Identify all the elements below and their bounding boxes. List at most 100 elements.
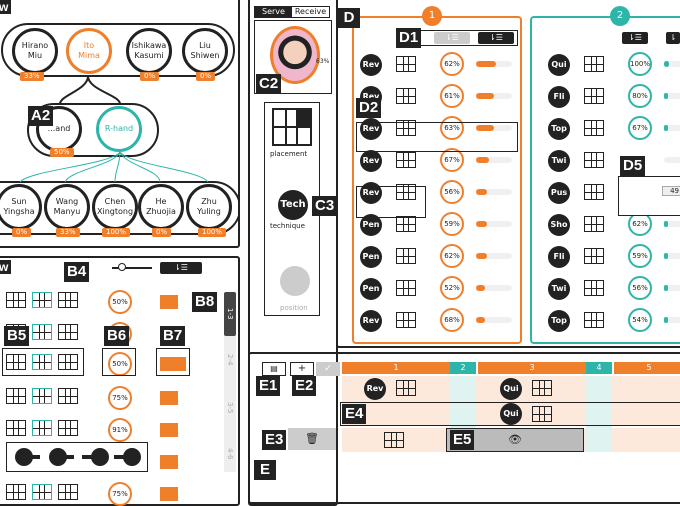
d5-highlight — [618, 176, 680, 216]
frequency-fill — [664, 317, 668, 323]
technique-dot[interactable]: Rev — [360, 150, 382, 172]
placement-glyph — [396, 152, 416, 168]
player-node-zhu[interactable]: Zhu Yuling — [186, 184, 232, 230]
receive-tab[interactable]: Receive — [292, 7, 329, 17]
delete-button[interactable]: 🗑 — [288, 428, 336, 450]
technique-dot[interactable]: Pen — [360, 278, 382, 300]
technique-dot[interactable]: Rev — [360, 310, 382, 332]
b-frequency-bar — [160, 455, 178, 469]
tag-a2: A2 — [28, 106, 54, 126]
player-node-hirano[interactable]: Hirano Miu — [12, 28, 58, 74]
window-4-6[interactable]: 4-6 — [224, 436, 236, 472]
b-frequency-bar — [160, 391, 178, 405]
seq-tech-3b[interactable]: Qui — [500, 403, 522, 425]
winrate-ring: 56% — [628, 276, 652, 300]
technique-dot[interactable]: Pen — [360, 246, 382, 268]
b-placement-glyph — [6, 484, 26, 500]
tag-e: E — [254, 460, 276, 480]
seq-col-header[interactable]: 4 — [586, 362, 612, 374]
window-2-4[interactable]: 2-4 — [224, 340, 236, 380]
position-glyph — [280, 266, 310, 296]
b-placement-glyph — [32, 292, 52, 308]
sort-by-winrate[interactable]: ⇂☰ — [478, 32, 514, 44]
player2-badge: 2 — [610, 6, 630, 26]
frequency-fill — [664, 125, 668, 131]
seq-tech-3[interactable]: Qui — [500, 378, 522, 400]
serve-tab[interactable]: Serve — [255, 7, 292, 17]
technique-dot[interactable]: Twi — [548, 150, 570, 172]
seq-col-header[interactable]: 2 — [450, 362, 476, 374]
frequency-fill — [664, 253, 668, 259]
technique-dot[interactable]: Rev — [360, 54, 382, 76]
length-slider-handle[interactable] — [118, 263, 126, 271]
frequency-bar — [476, 61, 512, 67]
seq-col-header[interactable]: 3 — [478, 362, 586, 374]
technique-dot[interactable]: Sho — [548, 214, 570, 236]
frequency-fill — [664, 61, 670, 67]
sort-by-frequency[interactable]: ⇂☰ — [434, 32, 470, 44]
frequency-fill — [664, 285, 668, 291]
tag-b5: B5 — [4, 326, 30, 346]
seq-placement-3b[interactable] — [532, 406, 552, 422]
placement-glyph — [396, 280, 416, 296]
player-pct: 33% — [56, 228, 80, 237]
seq-placement-row3[interactable] — [384, 432, 404, 448]
tag-e3: E3 — [262, 430, 287, 450]
player-node-chen[interactable]: Chen Xingtong — [92, 184, 138, 230]
hand-node-right[interactable]: R-hand — [96, 106, 142, 152]
racket-icons — [15, 448, 141, 466]
technique-dot[interactable]: Qui — [548, 54, 570, 76]
player-pct: 0% — [140, 72, 160, 81]
frequency-bar — [476, 285, 512, 291]
frequency-bar — [664, 317, 680, 323]
player-node-ishikawa[interactable]: Ishikawa Kasumi — [126, 28, 172, 74]
technique-dot[interactable]: Fli — [548, 246, 570, 268]
placement-glyph — [396, 312, 416, 328]
doc-button[interactable]: ▤ — [262, 362, 286, 376]
winrate-ring: 100% — [628, 52, 652, 76]
seq-tech-1[interactable]: Rev — [364, 378, 386, 400]
seq-col-header[interactable]: 1 — [342, 362, 450, 374]
player-pct: 0% — [12, 228, 32, 237]
technique-dot[interactable]: Top — [548, 310, 570, 332]
b-placement-glyph — [32, 420, 52, 436]
player-node-he[interactable]: He Zhuojia — [138, 184, 184, 230]
d5-tooltip: 49 — [662, 186, 680, 196]
winrate-ring: 59% — [440, 212, 464, 236]
seq-col-header[interactable]: 5 — [614, 362, 680, 374]
window-1-3[interactable]: 1-3 — [224, 292, 236, 336]
tag-w: w — [0, 0, 12, 14]
player-node-wang[interactable]: Wang Manyu — [44, 184, 90, 230]
winrate-ring: 54% — [628, 308, 652, 332]
frequency-bar — [664, 221, 680, 227]
serve-receive-toggle[interactable]: Serve Receive — [254, 6, 330, 18]
window-3-5[interactable]: 3-5 — [224, 388, 236, 428]
technique-dot[interactable]: Twi — [548, 278, 570, 300]
player-node-ito[interactable]: Ito Mima — [66, 28, 112, 74]
tag-e4: E4 — [342, 404, 367, 424]
sort-p2[interactable]: ⇂☰ — [622, 32, 648, 44]
sort-p2-b[interactable]: ⇂ — [666, 32, 680, 44]
seq-placement-3[interactable] — [532, 380, 552, 396]
frequency-bar — [476, 157, 512, 163]
placement-glyph — [584, 56, 604, 72]
tag-d2: D2 — [356, 98, 382, 118]
sort-button[interactable]: ⇂☰ — [160, 262, 202, 274]
technique-dot[interactable]: Fli — [548, 86, 570, 108]
player-node-liu[interactable]: Liu Shiwen — [182, 28, 228, 74]
b-placement-glyph — [6, 388, 26, 404]
placement-glyph — [584, 88, 604, 104]
seq-placement-1[interactable] — [396, 380, 416, 396]
player-pct: 0% — [152, 228, 172, 237]
technique-dot[interactable]: Pus — [548, 182, 570, 204]
player1-badge: 1 — [422, 6, 442, 26]
check-button[interactable]: ✓ — [316, 362, 340, 376]
frequency-fill — [476, 221, 487, 227]
add-button[interactable]: + — [290, 362, 314, 376]
technique-dot[interactable]: Top — [548, 118, 570, 140]
winrate-ring: 62% — [440, 244, 464, 268]
winrate-ring: 68% — [440, 308, 464, 332]
placement-glyph — [584, 152, 604, 168]
winrate-ring: 52% — [440, 276, 464, 300]
placement-glyph — [584, 280, 604, 296]
